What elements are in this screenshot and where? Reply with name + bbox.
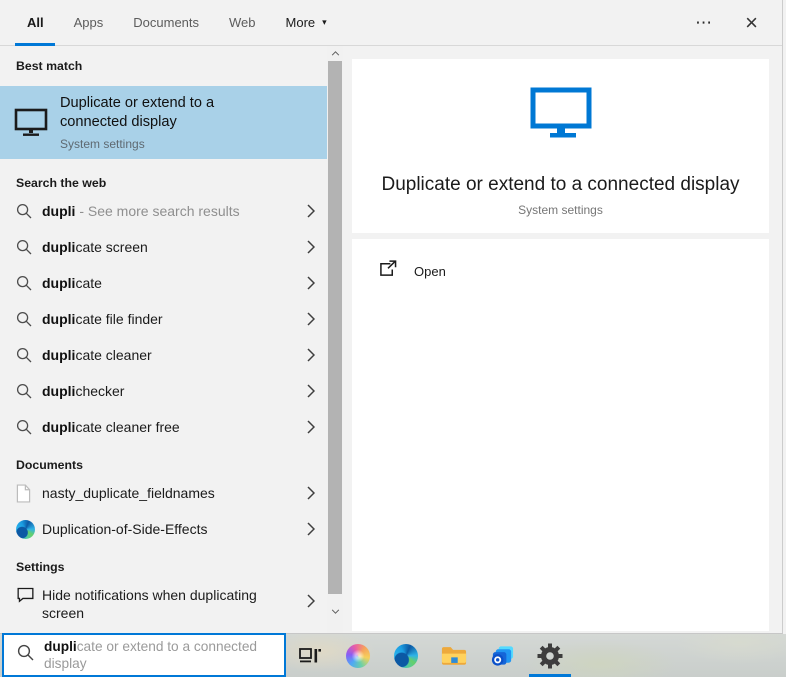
web-suggestion-row[interactable]: dupli - See more search results [0, 193, 327, 229]
task-view-icon[interactable] [296, 634, 324, 677]
chevron-right-icon[interactable] [307, 594, 317, 608]
chevron-right-icon[interactable] [307, 348, 317, 362]
best-match-subtitle: System settings [60, 137, 145, 151]
preview-subtitle: System settings [518, 203, 603, 217]
chevron-right-icon[interactable] [307, 384, 317, 398]
web-suggestion-row[interactable]: duplicate screen [0, 229, 327, 265]
section-header-search-the-web: Search the web [16, 176, 107, 190]
web-suggestion-row[interactable]: duplicate [0, 265, 327, 301]
search-input[interactable]: duplicate or extend to a connected displ… [2, 633, 286, 677]
edge-icon [16, 519, 40, 539]
outlook-icon[interactable] [488, 634, 516, 677]
search-icon [16, 383, 40, 399]
open-action[interactable]: Open [352, 239, 769, 282]
taskbar-icons [296, 634, 564, 677]
preview-actions-card: Open [352, 239, 769, 631]
section-header-best-match: Best match [16, 59, 83, 73]
monitor-icon-large [530, 87, 592, 144]
document-result-row[interactable]: nasty_duplicate_fieldnames [0, 475, 327, 511]
scroll-down-icon[interactable] [327, 604, 343, 619]
scrollbar-thumb[interactable] [328, 61, 342, 594]
windows-search-screen: All Apps Documents Web More ▾ ⋯ × Best m… [0, 0, 786, 677]
search-icon [16, 203, 40, 219]
scroll-up-icon[interactable] [327, 46, 343, 61]
search-filter-tabbar: All Apps Documents Web More ▾ ⋯ × [0, 0, 782, 46]
notification-icon [16, 586, 40, 604]
chevron-right-icon[interactable] [307, 486, 317, 500]
more-options-icon[interactable]: ⋯ [691, 12, 717, 33]
monitor-icon [14, 108, 48, 137]
chevron-right-icon[interactable] [307, 312, 317, 326]
search-icon [16, 419, 40, 435]
best-match-result[interactable]: Duplicate or extend to a connected displ… [0, 86, 327, 159]
search-icon [16, 311, 40, 327]
search-icon [16, 347, 40, 363]
close-icon[interactable]: × [741, 10, 762, 36]
search-icon [16, 239, 40, 255]
search-input-text: duplicate or extend to a connected displ… [44, 639, 258, 671]
copilot-icon[interactable] [344, 634, 372, 677]
section-header-documents: Documents [16, 458, 83, 472]
file-explorer-icon[interactable] [440, 634, 468, 677]
chevron-down-icon: ▾ [322, 17, 327, 27]
results-list: Best match Duplicate or extend to a conn… [0, 46, 327, 633]
web-suggestion-row[interactable]: duplichecker [0, 373, 327, 409]
document-result-row[interactable]: Duplication-of-Side-Effects [0, 511, 327, 547]
preview-hero-card: Duplicate or extend to a connected displ… [352, 59, 769, 233]
chevron-right-icon[interactable] [307, 240, 317, 254]
chevron-right-icon[interactable] [307, 204, 317, 218]
chevron-right-icon[interactable] [307, 276, 317, 290]
preview-title: Duplicate or extend to a connected displ… [381, 174, 740, 195]
tab-web[interactable]: Web [227, 0, 258, 46]
web-suggestion-row[interactable]: duplicate cleaner free [0, 409, 327, 445]
chevron-right-icon[interactable] [307, 420, 317, 434]
chevron-right-icon[interactable] [307, 522, 317, 536]
edge-icon[interactable] [392, 634, 420, 677]
tab-documents[interactable]: Documents [131, 0, 201, 46]
search-flyout: All Apps Documents Web More ▾ ⋯ × Best m… [0, 0, 783, 634]
settings-gear-icon[interactable] [536, 634, 564, 677]
settings-result-row[interactable]: Hide notifications when duplicating scre… [0, 577, 327, 633]
web-suggestion-row[interactable]: duplicate cleaner [0, 337, 327, 373]
search-icon [17, 644, 34, 666]
tab-all[interactable]: All [25, 0, 46, 46]
tab-apps[interactable]: Apps [72, 0, 106, 46]
web-suggestion-row[interactable]: duplicate file finder [0, 301, 327, 337]
section-header-settings: Settings [16, 560, 65, 574]
tabbar-actions: ⋯ × [691, 10, 762, 36]
open-label: Open [414, 263, 446, 279]
preview-pane: Duplicate or extend to a connected displ… [343, 46, 782, 633]
results-scrollbar[interactable] [327, 46, 343, 633]
document-icon [16, 483, 40, 503]
open-external-icon [379, 260, 397, 282]
best-match-title: Duplicate or extend to a connected displ… [60, 95, 215, 130]
search-icon [16, 275, 40, 291]
tab-more[interactable]: More ▾ [284, 0, 329, 46]
flyout-body: Best match Duplicate or extend to a conn… [0, 46, 782, 633]
